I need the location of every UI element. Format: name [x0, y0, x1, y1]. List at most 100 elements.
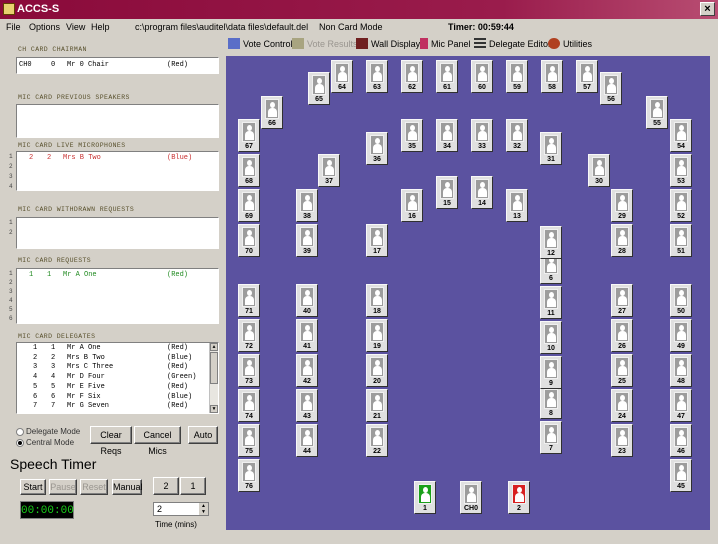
seat-56[interactable]: 56: [600, 72, 622, 105]
seat-48[interactable]: 48: [670, 354, 692, 387]
menu-file[interactable]: File: [6, 22, 21, 32]
seat-73[interactable]: 73: [238, 354, 260, 387]
seat-2[interactable]: 2: [508, 481, 530, 514]
seat-42[interactable]: 42: [296, 354, 318, 387]
delegates-list[interactable]: 1 1 Mr A One (Red) 2 2 Mrs B Two (Blue) 3 3 Mrs C …: [16, 342, 219, 414]
seat-12[interactable]: 12: [540, 226, 562, 259]
seat-46[interactable]: 46: [670, 424, 692, 457]
seat-68[interactable]: 68: [238, 154, 260, 187]
seat-61[interactable]: 61: [436, 60, 458, 93]
seat-24[interactable]: 24: [611, 389, 633, 422]
seat-57[interactable]: 57: [576, 60, 598, 93]
seat-51[interactable]: 51: [670, 224, 692, 257]
seat-47[interactable]: 47: [670, 389, 692, 422]
seat-11[interactable]: 11: [540, 286, 562, 319]
mic-panel-button[interactable]: Mic Panel: [420, 38, 471, 49]
seat-35[interactable]: 35: [401, 119, 423, 152]
seat-20[interactable]: 20: [366, 354, 388, 387]
seat-44[interactable]: 44: [296, 424, 318, 457]
seat-49[interactable]: 49: [670, 319, 692, 352]
seat-18[interactable]: 18: [366, 284, 388, 317]
seat-14[interactable]: 14: [471, 176, 493, 209]
utilities-button[interactable]: Utilities: [548, 38, 592, 49]
start-button[interactable]: Start: [20, 479, 46, 495]
close-button[interactable]: ×: [700, 2, 715, 16]
seat-38[interactable]: 38: [296, 189, 318, 222]
seat-59[interactable]: 59: [506, 60, 528, 93]
chamber-scrollbar[interactable]: [710, 56, 718, 530]
spin-arrows-icon[interactable]: ▲ ▼: [199, 503, 208, 515]
seat-45[interactable]: 45: [670, 459, 692, 492]
seat-43[interactable]: 43: [296, 389, 318, 422]
minutes-spinbox[interactable]: 2 ▲ ▼: [153, 502, 209, 516]
scroll-down-arrow-icon[interactable]: ▼: [210, 405, 218, 413]
menu-help[interactable]: Help: [91, 22, 110, 32]
preset-2-button[interactable]: 2: [153, 477, 179, 495]
delegate-mode-radio[interactable]: Delegate Mode: [16, 427, 80, 436]
seat-27[interactable]: 27: [611, 284, 633, 317]
seat-21[interactable]: 21: [366, 389, 388, 422]
seat-17[interactable]: 17: [366, 224, 388, 257]
vote-results-button[interactable]: Vote Results: [292, 38, 358, 49]
table-row[interactable]: 2 2 Mrs B Two (Blue): [19, 354, 205, 363]
seat-41[interactable]: 41: [296, 319, 318, 352]
delegates-scrollbar[interactable]: ▲ ▼: [209, 343, 218, 413]
seat-62[interactable]: 62: [401, 60, 423, 93]
table-row[interactable]: 6 6 Mr F Six (Blue): [19, 393, 205, 402]
seat-69[interactable]: 69: [238, 189, 260, 222]
delegate-editor-button[interactable]: Delegate Editor: [474, 38, 551, 49]
seat-ch0[interactable]: CH0: [460, 481, 482, 514]
withdrawn-requests-list[interactable]: [16, 217, 219, 249]
seat-36[interactable]: 36: [366, 132, 388, 165]
seat-33[interactable]: 33: [471, 119, 493, 152]
cancel-mics-button[interactable]: Cancel Mics: [134, 426, 181, 456]
seat-55[interactable]: 55: [646, 96, 668, 129]
table-row[interactable]: 4 4 Mr D Four (Green): [19, 373, 205, 382]
seat-65[interactable]: 65: [308, 72, 330, 105]
auto-button[interactable]: Auto: [188, 426, 218, 444]
seat-15[interactable]: 15: [436, 176, 458, 209]
seat-19[interactable]: 19: [366, 319, 388, 352]
seat-72[interactable]: 72: [238, 319, 260, 352]
seat-22[interactable]: 22: [366, 424, 388, 457]
seat-64[interactable]: 64: [331, 60, 353, 93]
seat-25[interactable]: 25: [611, 354, 633, 387]
seat-52[interactable]: 52: [670, 189, 692, 222]
seat-67[interactable]: 67: [238, 119, 260, 152]
seat-76[interactable]: 76: [238, 459, 260, 492]
reset-button[interactable]: Reset: [80, 479, 108, 495]
seat-30[interactable]: 30: [588, 154, 610, 187]
seat-29[interactable]: 29: [611, 189, 633, 222]
table-row[interactable]: 7 7 Mr G Seven (Red): [19, 402, 205, 411]
seat-23[interactable]: 23: [611, 424, 633, 457]
table-row[interactable]: 1 1 Mr A One (Red): [19, 344, 205, 353]
list-item[interactable]: CH0 0 Mr 0 Chair (Red): [19, 61, 205, 70]
previous-speakers-list[interactable]: [16, 104, 219, 138]
seat-9[interactable]: 9: [540, 356, 562, 389]
scroll-thumb[interactable]: [210, 352, 218, 384]
vote-control-button[interactable]: Vote Control: [228, 38, 293, 49]
table-row[interactable]: 5 5 Mr E Five (Red): [19, 383, 205, 392]
seat-1[interactable]: 1: [414, 481, 436, 514]
seat-60[interactable]: 60: [471, 60, 493, 93]
preset-1-button[interactable]: 1: [180, 477, 206, 495]
live-microphones-list[interactable]: 2 2 Mrs B Two (Blue): [16, 151, 219, 191]
requests-list[interactable]: 1 1 Mr A One (Red): [16, 268, 219, 324]
seat-26[interactable]: 26: [611, 319, 633, 352]
list-item[interactable]: 1 1 Mr A One (Red): [19, 271, 205, 280]
seat-70[interactable]: 70: [238, 224, 260, 257]
seat-74[interactable]: 74: [238, 389, 260, 422]
seat-63[interactable]: 63: [366, 60, 388, 93]
seat-75[interactable]: 75: [238, 424, 260, 457]
seat-66[interactable]: 66: [261, 96, 283, 129]
seat-34[interactable]: 34: [436, 119, 458, 152]
pause-button[interactable]: Pause: [49, 479, 77, 495]
seat-16[interactable]: 16: [401, 189, 423, 222]
seat-37[interactable]: 37: [318, 154, 340, 187]
seat-40[interactable]: 40: [296, 284, 318, 317]
clear-requests-button[interactable]: Clear Reqs: [90, 426, 132, 456]
seat-7[interactable]: 7: [540, 421, 562, 454]
scroll-up-arrow-icon[interactable]: ▲: [210, 343, 218, 351]
seat-31[interactable]: 31: [540, 132, 562, 165]
seat-53[interactable]: 53: [670, 154, 692, 187]
